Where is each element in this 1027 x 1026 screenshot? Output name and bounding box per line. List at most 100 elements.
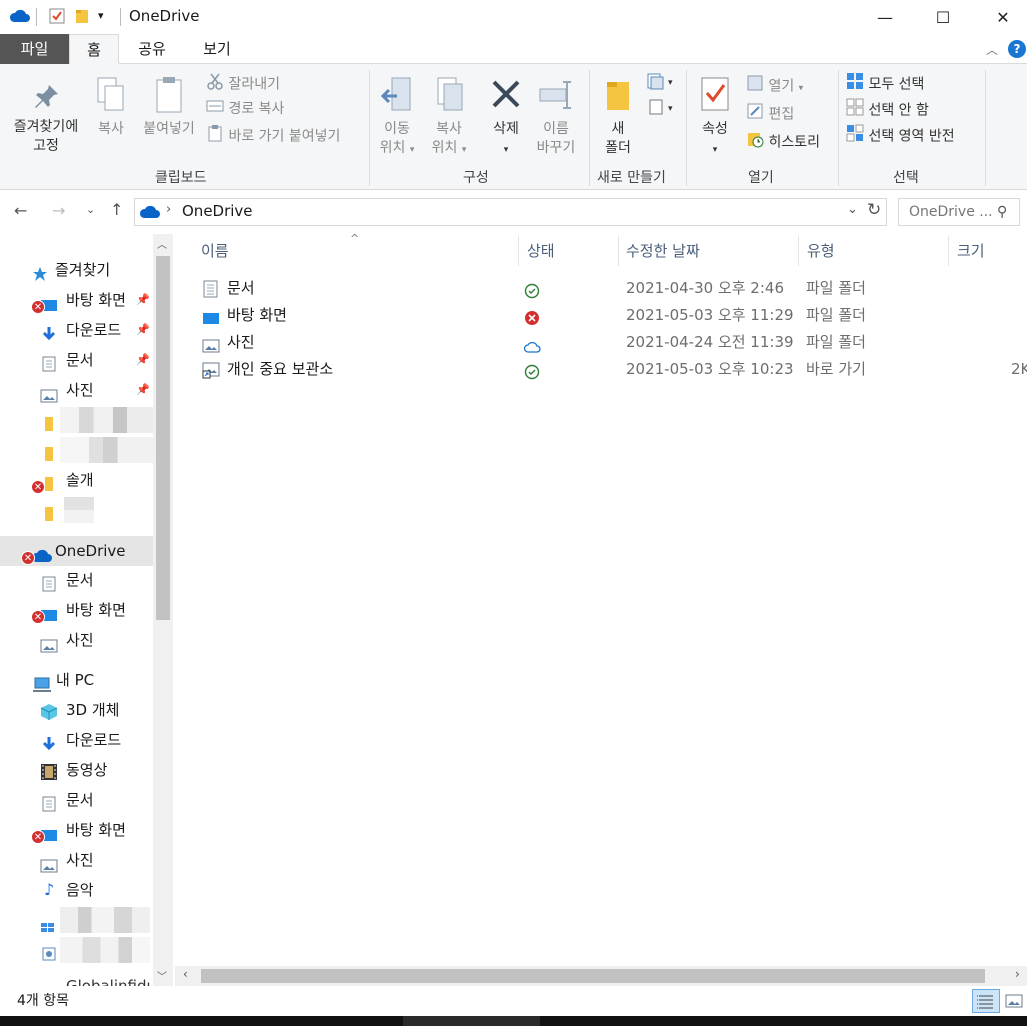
new-group-label: 새로 만들기 (597, 170, 666, 186)
divider[interactable] (518, 236, 519, 266)
nav-hidden-folder[interactable] (0, 435, 156, 465)
nav-hidden-drive[interactable] (0, 905, 153, 935)
maximize-icon: ☐ (935, 7, 951, 27)
invert-selection-button[interactable]: 선택 영역 반전 (846, 124, 955, 149)
tab-home[interactable]: 홈 (69, 34, 119, 64)
nav-fav-pictures[interactable]: 사진 📌 (0, 375, 153, 405)
scroll-thumb[interactable] (201, 969, 985, 983)
sync-error-icon: ✕ (21, 551, 35, 565)
select-all-button[interactable]: 모두 선택 (846, 72, 924, 97)
address-bar[interactable]: › OneDrive ⌄ ↻ (134, 198, 887, 226)
paste-button[interactable]: 붙여넣기 (138, 76, 200, 139)
paste-shortcut-button[interactable]: 바로 가기 붙여넣기 (206, 124, 340, 149)
nav-pane-scrollbar[interactable]: ︿ ﹀ (153, 234, 173, 986)
customize-quick-access-icon[interactable]: ▾ (98, 9, 104, 22)
nav-od-desktop[interactable]: ✕ 바탕 화면 (0, 595, 153, 625)
new-folder-quick-icon[interactable] (74, 7, 90, 29)
nav-pc-documents[interactable]: 문서 (0, 785, 153, 815)
tab-file[interactable]: 파일 (0, 34, 69, 64)
scroll-right-icon[interactable]: › (1015, 967, 1020, 981)
nav-hidden-drive[interactable] (0, 935, 153, 965)
pin-to-quick-access-button[interactable]: 즐겨찾기에 고정 (6, 82, 86, 156)
tab-share[interactable]: 공유 (124, 34, 180, 64)
search-input[interactable]: OneDrive ... ⚲ (898, 198, 1020, 226)
nav-hidden-folder[interactable] (0, 495, 153, 525)
nav-fav-sol[interactable]: ✕ 솔개 (0, 465, 153, 495)
breadcrumb-onedrive[interactable]: OneDrive (182, 202, 253, 220)
copy-path-button[interactable]: 경로 복사 (206, 98, 284, 120)
edit-icon (746, 102, 764, 127)
scroll-down-icon[interactable]: ﹀ (157, 968, 167, 983)
properties-button[interactable]: 속성 ▾ (694, 76, 736, 160)
open-button[interactable]: 열기 ▾ (746, 74, 803, 100)
minimize-button[interactable]: — (862, 0, 908, 34)
nav-pc-downloads[interactable]: 다운로드 (0, 725, 153, 755)
nav-fav-documents[interactable]: 문서 📌 (0, 345, 153, 375)
delete-button[interactable]: 삭제 ▾ (484, 76, 528, 160)
file-row[interactable]: 문서 2021-04-30 오후 2:46 파일 폴더 (175, 275, 1027, 302)
divider[interactable] (618, 236, 619, 266)
nav-fav-downloads[interactable]: 다운로드 📌 (0, 315, 153, 345)
nav-favorites[interactable]: 즐겨찾기 (0, 255, 153, 285)
scroll-up-icon[interactable]: ︿ (157, 236, 167, 251)
nav-partial-item[interactable]: Globalinfidud (0, 965, 166, 986)
column-header-size[interactable]: 크기 (957, 240, 985, 262)
folder-icon (44, 502, 54, 532)
easy-access-icon[interactable]: ▾ (646, 98, 676, 120)
breadcrumb-chevron-icon[interactable]: › (166, 202, 171, 217)
copy-button[interactable]: 복사 (90, 76, 132, 139)
divider[interactable] (948, 236, 949, 266)
divider[interactable] (798, 236, 799, 266)
properties-quick-icon[interactable] (48, 7, 66, 29)
svg-text:▾: ▾ (668, 78, 673, 88)
nav-pc-pictures[interactable]: 사진 (0, 845, 153, 875)
nav-fav-desktop[interactable]: ✕ 바탕 화면 📌 (0, 285, 153, 315)
back-arrow-icon[interactable]: ← (14, 201, 27, 220)
column-header-type[interactable]: 유형 (807, 240, 835, 262)
details-view-button[interactable] (972, 989, 1000, 1013)
forward-arrow-icon[interactable]: → (52, 201, 65, 220)
file-type: 파일 폴더 (806, 279, 866, 297)
nav-pc-3d[interactable]: 3D 개체 (0, 695, 153, 725)
nav-od-pictures[interactable]: 사진 (0, 625, 153, 655)
move-to-label-1: 이동 (384, 121, 410, 137)
tab-view[interactable]: 보기 (188, 34, 246, 64)
new-folder-button[interactable]: 새 폴더 (598, 76, 638, 158)
nav-this-pc[interactable]: 내 PC (0, 665, 153, 695)
move-to-button[interactable]: 이동 위치 ▾ (374, 76, 420, 160)
nav-od-documents[interactable]: 문서 (0, 565, 153, 595)
scroll-left-icon[interactable]: ‹ (183, 967, 188, 981)
history-button[interactable]: 히스토리 (746, 130, 820, 155)
file-row[interactable]: 개인 중요 보관소 2021-05-03 오후 10:23 바로 가기 2K (175, 356, 1027, 383)
scroll-thumb[interactable] (156, 256, 170, 620)
file-row[interactable]: 사진 2021-04-24 오전 11:39 파일 폴더 (175, 329, 1027, 356)
nav-pc-videos[interactable]: 동영상 (0, 755, 153, 785)
nav-pc-desktop[interactable]: ✕ 바탕 화면 (0, 815, 153, 845)
up-arrow-icon[interactable]: ↑ (110, 200, 123, 219)
maximize-button[interactable]: ☐ (920, 0, 966, 34)
recent-locations-icon[interactable]: ⌄ (86, 203, 95, 216)
collapse-ribbon-icon[interactable]: ︿ (986, 41, 998, 58)
music-note-icon: ♪ (44, 880, 55, 899)
refresh-icon[interactable]: ↻ (867, 200, 881, 220)
open-icon (746, 74, 764, 99)
close-button[interactable]: ✕ (980, 0, 1026, 34)
edit-button[interactable]: 편집 (746, 102, 794, 127)
cut-button[interactable]: 잘라내기 (206, 72, 280, 97)
nav-onedrive[interactable]: ✕ OneDrive (0, 536, 153, 566)
nav-hidden-folder[interactable] (0, 405, 156, 435)
file-row[interactable]: 바탕 화면 2021-05-03 오후 11:29 파일 폴더 (175, 302, 1027, 329)
file-modified: 2021-05-03 오후 10:23 (626, 360, 794, 378)
new-item-icon[interactable]: ▾ (646, 72, 676, 94)
column-header-modified[interactable]: 수정한 날짜 (626, 240, 700, 262)
column-header-name[interactable]: 이름 (201, 240, 229, 262)
copy-to-button[interactable]: 복사 위치 ▾ (424, 76, 474, 160)
search-icon[interactable]: ⚲ (997, 199, 1007, 225)
select-none-button[interactable]: 선택 안 함 (846, 98, 929, 123)
address-dropdown-icon[interactable]: ⌄ (847, 202, 858, 217)
nav-pc-music[interactable]: ♪ 음악 (0, 875, 153, 905)
rename-button[interactable]: 이름 바꾸기 (530, 76, 582, 158)
file-list-scrollbar[interactable]: ‹ › (175, 966, 1027, 986)
column-header-status[interactable]: 상태 (527, 240, 555, 262)
help-icon[interactable]: ? (1008, 40, 1026, 58)
